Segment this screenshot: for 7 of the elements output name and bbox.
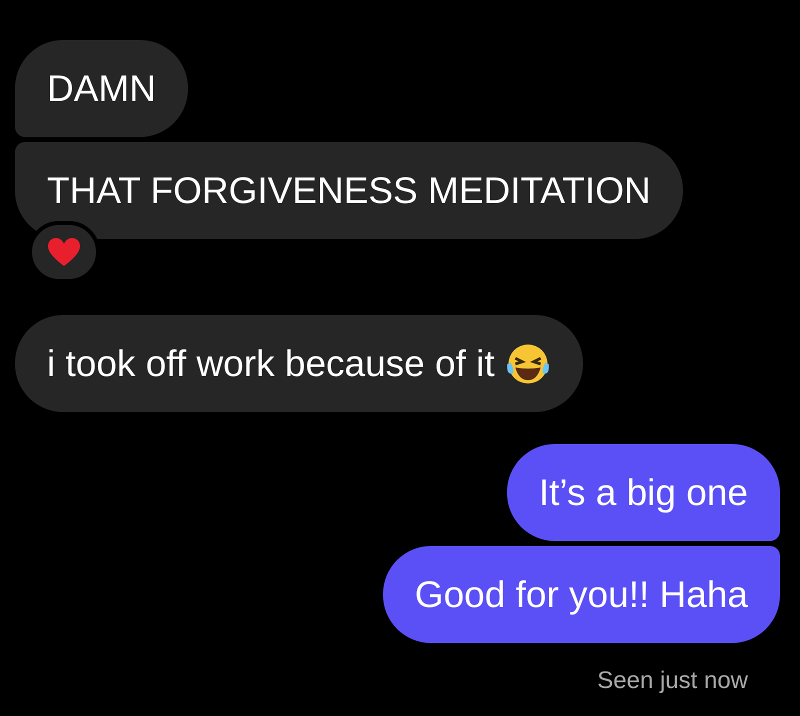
heart-icon xyxy=(47,237,81,267)
message-text: THAT FORGIVENESS MEDITATION xyxy=(47,172,651,209)
message-text: i took off work because of it xyxy=(47,345,495,382)
message-text: Good for you!! Haha xyxy=(414,576,748,613)
message-text: DAMN xyxy=(47,70,156,107)
seen-status: Seen just now xyxy=(597,666,748,696)
message-text: It’s a big one xyxy=(538,474,748,511)
